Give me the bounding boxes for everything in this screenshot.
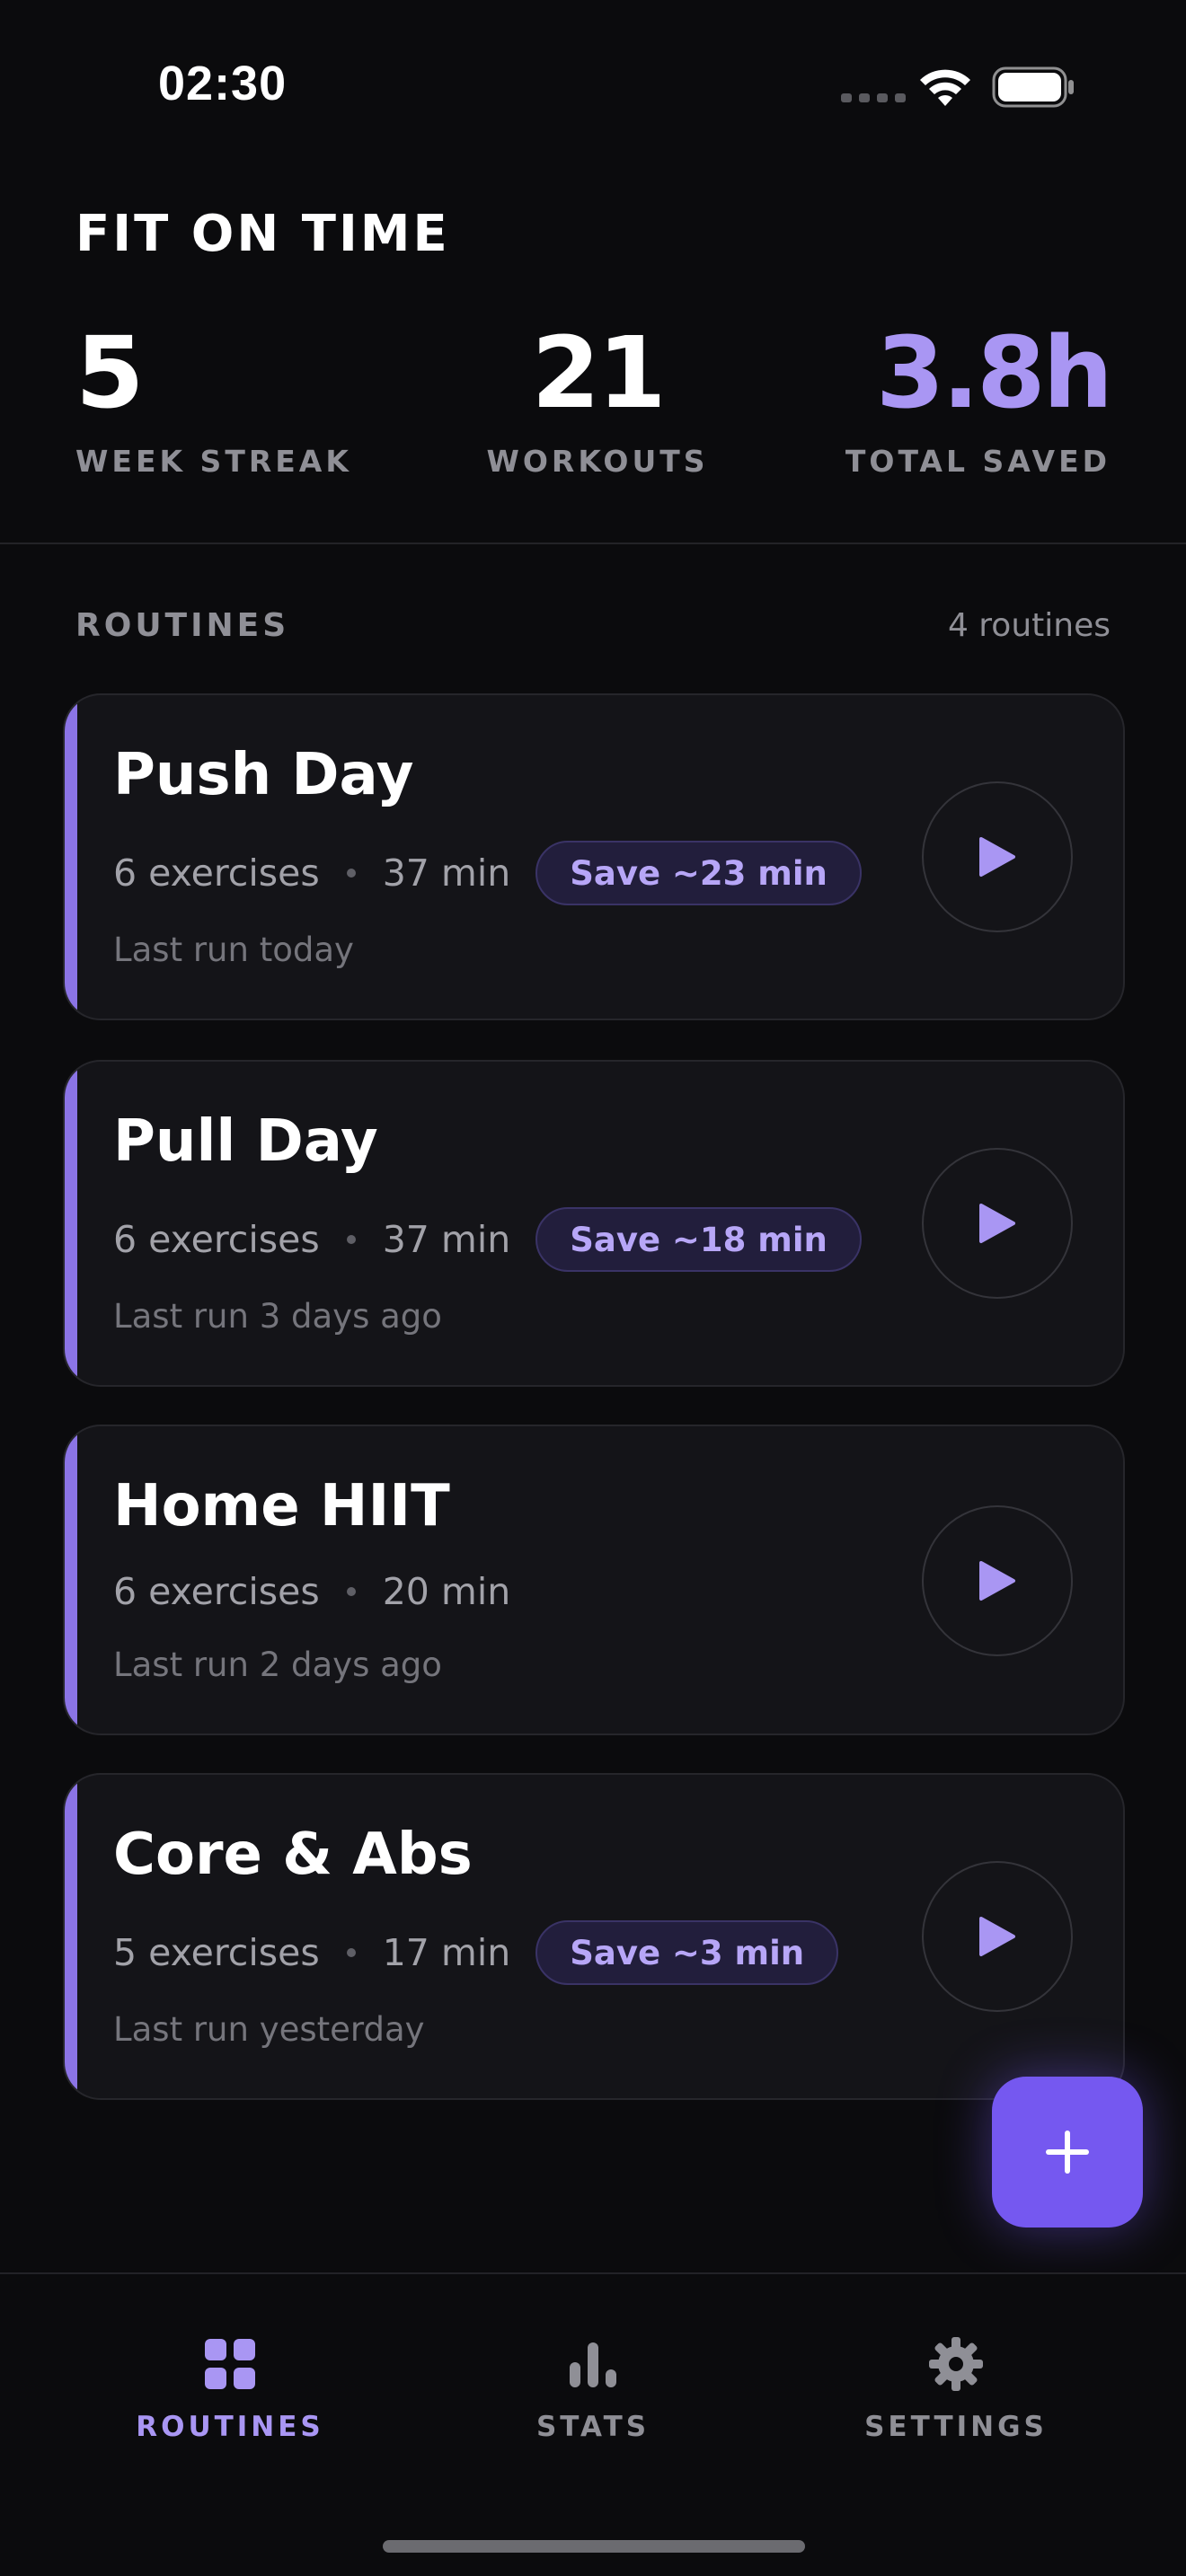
tab-label: STATS bbox=[535, 2411, 651, 2443]
routines-count: 4 routines bbox=[947, 607, 1111, 644]
meta-separator-dot bbox=[346, 1235, 356, 1244]
routine-name: Core & Abs bbox=[113, 1822, 473, 1888]
battery-icon bbox=[992, 66, 1074, 108]
play-icon bbox=[979, 1204, 1015, 1243]
stat-value: 3.8h bbox=[875, 315, 1113, 430]
plus-icon bbox=[1046, 2130, 1089, 2174]
tab-label: SETTINGS bbox=[864, 2411, 1048, 2443]
routine-card-core-abs[interactable]: Core & Abs 5 exercises 17 min Save ~3 mi… bbox=[63, 1773, 1125, 2100]
meta-separator-dot bbox=[346, 1587, 356, 1596]
play-routine-button[interactable] bbox=[922, 1505, 1073, 1656]
stat-label: TOTAL SAVED bbox=[845, 444, 1111, 479]
routine-name: Push Day bbox=[113, 742, 414, 808]
routine-meta: 5 exercises 17 min Save ~3 min bbox=[113, 1920, 839, 1985]
status-time: 02:30 bbox=[158, 57, 288, 110]
play-routine-button[interactable] bbox=[922, 781, 1073, 932]
tab-label: ROUTINES bbox=[136, 2411, 324, 2443]
meta-separator-dot bbox=[346, 869, 356, 878]
play-routine-button[interactable] bbox=[922, 1861, 1073, 2012]
routine-name: Home HIIT bbox=[113, 1473, 450, 1539]
play-icon bbox=[979, 837, 1015, 877]
wifi-icon bbox=[920, 69, 970, 106]
stat-label: WORKOUTS bbox=[486, 444, 709, 479]
last-run-text: Last run 3 days ago bbox=[113, 1297, 442, 1336]
cellular-signal-icon bbox=[841, 93, 906, 102]
play-routine-button[interactable] bbox=[922, 1148, 1073, 1299]
status-bar: 02:30 bbox=[0, 0, 1186, 171]
tab-routines[interactable]: ROUTINES bbox=[113, 2335, 347, 2443]
app-title: FIT ON TIME bbox=[75, 205, 450, 263]
last-run-text: Last run yesterday bbox=[113, 2010, 425, 2049]
play-icon bbox=[979, 1917, 1015, 1956]
routines-section-title: ROUTINES bbox=[75, 607, 290, 644]
routine-meta: 6 exercises 20 min bbox=[113, 1570, 510, 1613]
routine-meta: 6 exercises 37 min Save ~18 min bbox=[113, 1207, 862, 1272]
exercise-count: 6 exercises bbox=[113, 1218, 320, 1261]
app-screen: 02:30 FIT ON TIME 5 WEEK STREAK 21 WORKO… bbox=[0, 0, 1186, 2576]
routine-duration: 37 min bbox=[382, 1218, 511, 1261]
routine-duration: 37 min bbox=[382, 851, 511, 895]
exercise-count: 6 exercises bbox=[113, 851, 320, 895]
home-indicator[interactable] bbox=[383, 2540, 805, 2553]
bar-chart-icon bbox=[570, 2342, 616, 2387]
routine-card-home-hiit[interactable]: Home HIIT 6 exercises 20 min Last run 2 … bbox=[63, 1425, 1125, 1735]
routine-duration: 20 min bbox=[382, 1570, 511, 1613]
play-icon bbox=[979, 1561, 1015, 1601]
time-saved-badge: Save ~18 min bbox=[535, 1207, 862, 1272]
card-accent-bar bbox=[65, 695, 77, 1019]
tab-stats[interactable]: STATS bbox=[476, 2335, 710, 2443]
add-routine-button[interactable] bbox=[992, 2077, 1143, 2228]
card-accent-bar bbox=[65, 1775, 77, 2098]
grid-icon bbox=[205, 2339, 255, 2389]
stat-total-saved: 3.8h TOTAL SAVED bbox=[845, 315, 1113, 479]
routine-name: Pull Day bbox=[113, 1108, 378, 1175]
time-saved-badge: Save ~3 min bbox=[535, 1920, 839, 1985]
card-accent-bar bbox=[65, 1426, 77, 1734]
routine-card-push-day[interactable]: Push Day 6 exercises 37 min Save ~23 min… bbox=[63, 693, 1125, 1020]
header-divider bbox=[0, 543, 1186, 544]
routine-duration: 17 min bbox=[382, 1931, 511, 1974]
routine-meta: 6 exercises 37 min Save ~23 min bbox=[113, 841, 862, 905]
routine-card-pull-day[interactable]: Pull Day 6 exercises 37 min Save ~18 min… bbox=[63, 1060, 1125, 1387]
tab-settings[interactable]: SETTINGS bbox=[839, 2335, 1073, 2443]
gear-icon bbox=[929, 2337, 983, 2391]
exercise-count: 6 exercises bbox=[113, 1570, 320, 1613]
stat-value: 21 bbox=[531, 315, 666, 430]
time-saved-badge: Save ~23 min bbox=[535, 841, 862, 905]
card-accent-bar bbox=[65, 1062, 77, 1385]
meta-separator-dot bbox=[346, 1948, 356, 1957]
exercise-count: 5 exercises bbox=[113, 1931, 320, 1974]
last-run-text: Last run today bbox=[113, 931, 354, 969]
last-run-text: Last run 2 days ago bbox=[113, 1645, 442, 1684]
